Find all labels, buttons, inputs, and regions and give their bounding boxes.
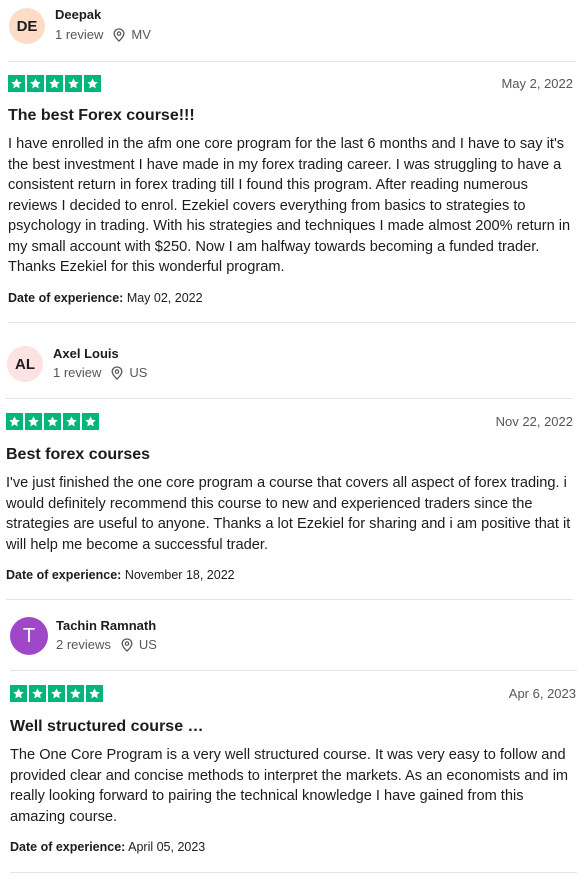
star-icon — [27, 75, 44, 92]
star-rating — [10, 685, 103, 702]
star-icon — [86, 685, 103, 702]
divider — [10, 872, 577, 873]
star-icon — [8, 75, 25, 92]
review-count: 2 reviews — [56, 637, 111, 652]
reviewer-meta: 1 review MV — [55, 27, 151, 42]
experience-label: Date of experience: — [8, 291, 124, 305]
location-pin-icon — [113, 27, 125, 42]
experience-label: Date of experience: — [6, 568, 122, 582]
reviewer-meta: 1 review US — [53, 365, 147, 380]
review-body: The One Core Program is a very well stru… — [10, 747, 569, 825]
divider — [6, 599, 573, 600]
review-body: I have enrolled in the afm one core prog… — [8, 136, 571, 275]
star-rating — [6, 413, 99, 430]
review-title[interactable]: The best Forex course!!! — [8, 107, 195, 125]
avatar[interactable]: T — [10, 617, 48, 655]
avatar-initials: T — [22, 624, 36, 647]
date-of-experience: Date of experience: May 02, 2022 — [8, 291, 203, 305]
review-count: 1 review — [53, 365, 102, 380]
star-icon — [84, 75, 101, 92]
star-icon — [67, 685, 84, 702]
star-icon — [82, 413, 99, 430]
date-of-experience: Date of experience: April 05, 2023 — [10, 840, 205, 854]
star-icon — [6, 413, 23, 430]
location-pin-icon — [111, 365, 123, 380]
divider — [10, 670, 577, 671]
review-title[interactable]: Best forex courses — [6, 446, 150, 464]
review-count: 1 review — [55, 27, 104, 42]
reviewer-name[interactable]: Tachin Ramnath — [56, 618, 156, 633]
divider — [8, 322, 575, 323]
star-icon — [46, 75, 63, 92]
star-icon — [25, 413, 42, 430]
review-date: Nov 22, 2022 — [495, 414, 573, 429]
divider — [8, 61, 575, 62]
experience-date: November 18, 2022 — [124, 568, 235, 582]
star-icon — [44, 413, 61, 430]
review-date: May 2, 2022 — [501, 76, 573, 91]
avatar-initials: AL — [15, 355, 35, 373]
review-body: I've just finished the one core program … — [6, 475, 571, 553]
star-icon — [29, 685, 46, 702]
experience-date: April 05, 2023 — [128, 840, 206, 854]
avatar-initials: DE — [16, 17, 38, 35]
reviewer-country: US — [138, 637, 157, 652]
reviewer-name[interactable]: Deepak — [55, 7, 101, 22]
review-title[interactable]: Well structured course … — [10, 718, 204, 736]
star-icon — [48, 685, 65, 702]
experience-label: Date of experience: — [10, 840, 126, 854]
star-rating — [8, 75, 101, 92]
reviewer-name[interactable]: Axel Louis — [53, 346, 119, 361]
avatar[interactable]: DE — [9, 8, 45, 44]
star-icon — [65, 75, 82, 92]
reviewer-meta: 2 reviews US — [56, 637, 157, 652]
reviewer-country: US — [129, 365, 148, 380]
reviewer-country: MV — [131, 27, 151, 42]
date-of-experience: Date of experience: November 18, 2022 — [6, 568, 235, 582]
location-pin-icon — [121, 637, 133, 652]
star-icon — [63, 413, 80, 430]
divider — [6, 398, 573, 399]
star-icon — [10, 685, 27, 702]
avatar[interactable]: AL — [7, 346, 43, 382]
experience-date: May 02, 2022 — [126, 291, 203, 305]
review-date: Apr 6, 2023 — [508, 686, 576, 701]
